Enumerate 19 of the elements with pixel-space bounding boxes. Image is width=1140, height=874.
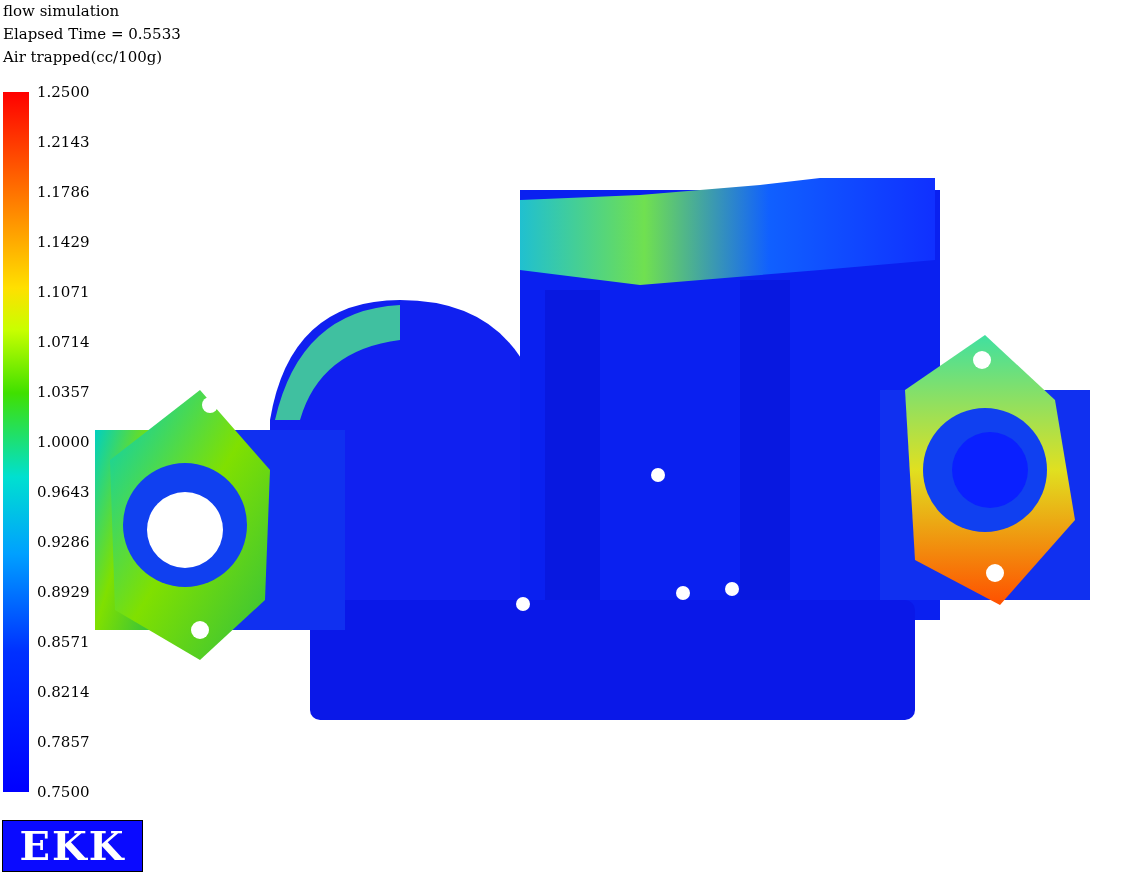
scale-label: 1.2143 <box>37 134 90 150</box>
scale-label: 0.8929 <box>37 584 90 600</box>
scale-label: 0.7500 <box>37 784 90 800</box>
scale-label: 1.2500 <box>37 84 90 100</box>
scale-label: 0.9643 <box>37 484 90 500</box>
scale-label: 1.0357 <box>37 384 90 400</box>
scale-label: 1.0714 <box>37 334 90 350</box>
scale-label: 0.7857 <box>37 734 90 750</box>
scale-label: 1.1429 <box>37 234 90 250</box>
scale-label: 0.8571 <box>37 634 90 650</box>
scale-label: 0.8214 <box>37 684 90 700</box>
scale-label: 1.1786 <box>37 184 90 200</box>
quantity-text: Air trapped(cc/100g) <box>3 47 163 68</box>
logo: EKK <box>2 820 143 872</box>
title-text: flow simulation <box>3 1 120 22</box>
scale-label: 1.0000 <box>37 434 90 450</box>
scale-label: 1.1071 <box>37 284 90 300</box>
scale-label: 0.9286 <box>37 534 90 550</box>
elapsed-time-text: Elapsed Time = 0.5533 <box>3 24 181 45</box>
